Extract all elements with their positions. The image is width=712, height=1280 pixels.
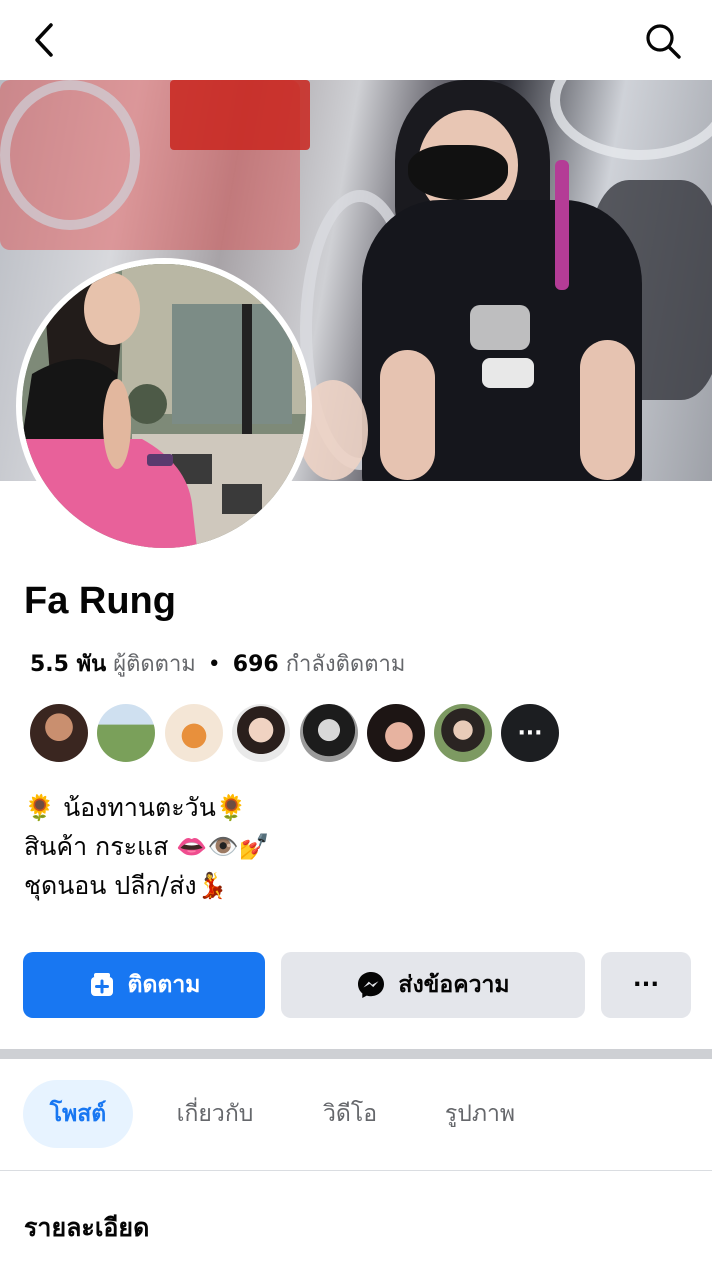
search-button[interactable] (640, 18, 686, 64)
profile-bio: 🌻 น้องทานตะวัน🌻 สินค้า กระแส 👄👁️💅 ชุดนอน… (24, 788, 270, 905)
follow-button[interactable]: ติดตาม (23, 952, 265, 1018)
more-friends-button[interactable]: ··· (501, 704, 559, 762)
message-button-label: ส่งข้อความ (398, 972, 510, 998)
tabs-divider (0, 1170, 712, 1171)
more-options-button[interactable]: ··· (601, 952, 691, 1018)
avatar-photo (22, 264, 306, 548)
follow-button-label: ติดตาม (127, 972, 201, 998)
friend-avatar[interactable] (232, 704, 290, 762)
bio-line: 🌻 น้องทานตะวัน🌻 (24, 793, 247, 822)
follow-icon (90, 973, 113, 996)
chevron-left-icon (35, 23, 53, 57)
section-divider (0, 1049, 712, 1059)
bio-line: ชุดนอน ปลีก/ส่ง💃 (24, 871, 228, 900)
profile-name: Fa Rung (24, 580, 176, 622)
search-icon (646, 24, 681, 59)
follow-stats: 5.5 พัน ผู้ติดตาม • 696 กำลังติดตาม (30, 646, 405, 681)
following-link[interactable]: 696 กำลังติดตาม (233, 652, 406, 677)
tab-about[interactable]: เกี่ยวกับ (155, 1080, 275, 1148)
friend-avatar[interactable] (165, 704, 223, 762)
tab-photos[interactable]: รูปภาพ (420, 1080, 540, 1148)
back-button[interactable] (22, 18, 66, 62)
messenger-icon (358, 972, 385, 998)
friend-avatar[interactable] (367, 704, 425, 762)
profile-tabs: โพสต์ เกี่ยวกับ วิดีโอ รูปภาพ (0, 1080, 712, 1150)
separator-dot: • (207, 652, 221, 677)
profile-avatar[interactable] (22, 264, 306, 548)
tab-posts[interactable]: โพสต์ (23, 1080, 133, 1148)
following-count: 696 (232, 652, 279, 677)
message-button[interactable]: ส่งข้อความ (281, 952, 585, 1018)
more-options-label: ··· (632, 972, 660, 998)
tab-videos[interactable]: วิดีโอ (300, 1080, 400, 1148)
followers-label: ผู้ติดตาม (113, 652, 196, 677)
following-label: กำลังติดตาม (285, 652, 406, 677)
friend-avatar[interactable] (97, 704, 155, 762)
friend-avatar[interactable] (434, 704, 492, 762)
top-bar (0, 0, 712, 80)
bio-line: สินค้า กระแส 👄👁️💅 (24, 832, 270, 861)
followers-count: 5.5 พัน (30, 652, 107, 677)
friend-avatar[interactable] (30, 704, 88, 762)
friend-avatar[interactable] (300, 704, 358, 762)
details-heading: รายละเอียด (24, 1213, 150, 1242)
followers-link[interactable]: 5.5 พัน ผู้ติดตาม (30, 652, 196, 677)
